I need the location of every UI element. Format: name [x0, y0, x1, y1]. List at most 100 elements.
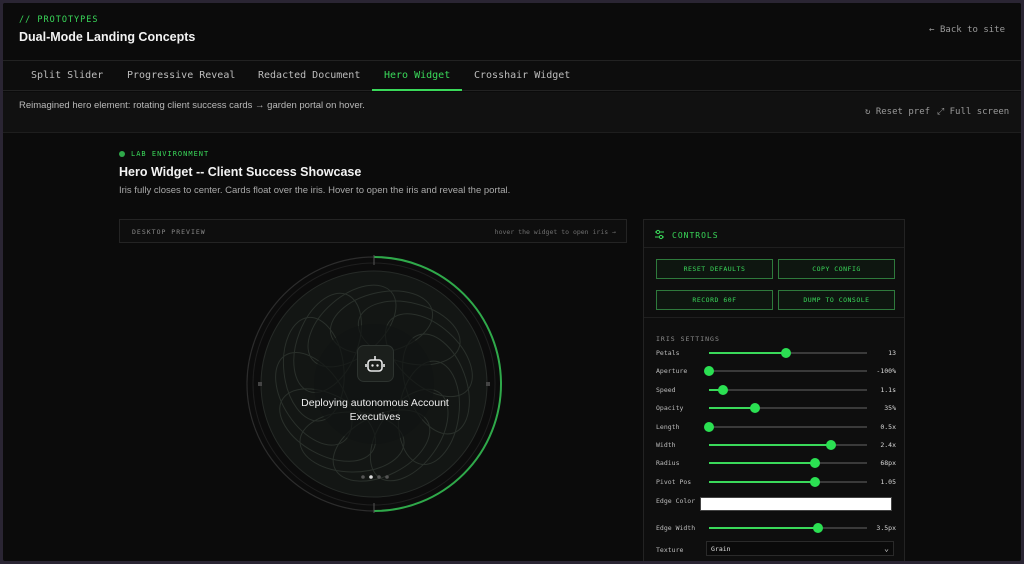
- slider-thumb[interactable]: [718, 384, 728, 395]
- slider-label: Opacity: [656, 404, 684, 413]
- slider-thumb[interactable]: [810, 458, 820, 469]
- record-60f-button[interactable]: RECORD 60F: [656, 290, 773, 310]
- card-headline: Deploying autonomous Account Executives: [301, 397, 449, 423]
- texture-row: Texture Grain ⌄: [656, 541, 896, 557]
- slider-fill: [709, 407, 755, 410]
- slider-fill: [709, 444, 831, 446]
- slider-track[interactable]: [709, 403, 867, 414]
- slider-value: 13: [888, 349, 896, 357]
- sliders-icon: [655, 229, 664, 240]
- slider-track[interactable]: [709, 440, 867, 450]
- slider-label: Aperture: [656, 367, 688, 376]
- tab-progressive-reveal[interactable]: Progressive Reveal: [115, 61, 247, 91]
- reset-icon: ↻: [865, 107, 871, 117]
- edge-color-swatch[interactable]: [700, 497, 892, 511]
- slider-track[interactable]: [709, 458, 867, 469]
- edge-color-label: Edge Color: [656, 497, 696, 505]
- app-window: // PROTOTYPES Dual-Mode Landing Concepts…: [3, 3, 1021, 561]
- iris-settings-label: IRIS SETTINGS: [656, 335, 720, 343]
- preview-label: DESKTOP PREVIEW: [132, 228, 206, 236]
- section-title: Hero Widget -- Client Success Showcase: [119, 165, 362, 179]
- dump-to-console-button[interactable]: DUMP TO CONSOLE: [778, 290, 895, 310]
- preview-header: DESKTOP PREVIEW hover the widget to open…: [119, 219, 627, 243]
- copy-config-button[interactable]: COPY CONFIG: [778, 259, 895, 279]
- tab-split-slider[interactable]: Split Slider: [19, 61, 115, 91]
- carousel-dot[interactable]: [369, 475, 373, 479]
- success-card: Deploying autonomous Account Executives: [275, 345, 475, 424]
- edge-width-label: Edge Width: [656, 524, 696, 532]
- lab-badge-label: LAB ENVIRONMENT: [131, 150, 210, 158]
- page-title: Dual-Mode Landing Concepts: [19, 30, 196, 44]
- slider-value: 1.05: [880, 477, 896, 486]
- slider-label: Width: [656, 441, 676, 449]
- slider-thumb[interactable]: [704, 366, 714, 377]
- slider-row-aperture: Aperture -100%: [656, 364, 896, 378]
- carousel-dot[interactable]: [385, 475, 389, 479]
- slider-thumb[interactable]: [826, 440, 836, 450]
- carousel-dot[interactable]: [377, 475, 381, 479]
- edge-width-row: Edge Width 3.5px: [656, 521, 896, 535]
- slider-row-radius: Radius 68px: [656, 456, 896, 470]
- slider-fill: [709, 352, 786, 354]
- robot-glyph: [365, 355, 385, 372]
- slider-thumb[interactable]: [781, 348, 791, 358]
- full-screen-button[interactable]: ⤢ Full screen: [937, 107, 1009, 117]
- slider-track[interactable]: [704, 421, 867, 432]
- texture-label: Texture: [656, 546, 684, 554]
- slider-track[interactable]: [709, 476, 867, 487]
- edge-width-value: 3.5px: [876, 524, 896, 532]
- slider-value: 68px: [880, 459, 896, 468]
- reset-pref-button[interactable]: ↻ Reset pref: [865, 107, 930, 117]
- slider-value: -100%: [876, 367, 896, 376]
- slider-track[interactable]: [709, 384, 867, 395]
- slider-value: 35%: [884, 404, 896, 413]
- robot-icon: [356, 345, 394, 382]
- tick-left: [258, 382, 262, 386]
- slider-label: Radius: [656, 459, 680, 468]
- tab-crosshair-widget[interactable]: Crosshair Widget: [462, 61, 582, 91]
- prototype-description: Reimagined hero element: rotating client…: [19, 100, 365, 111]
- slider-thumb[interactable]: [750, 403, 760, 414]
- edge-width-slider[interactable]: [709, 523, 867, 533]
- reset-defaults-button[interactable]: RESET DEFAULTS: [656, 259, 773, 279]
- slider-row-pivot-pos: Pivot Pos 1.05: [656, 475, 896, 489]
- top-bar: // PROTOTYPES Dual-Mode Landing Concepts…: [3, 3, 1021, 60]
- slider-fill: [709, 462, 815, 465]
- status-dot-icon: [119, 151, 125, 157]
- controls-header: CONTROLS: [644, 220, 904, 248]
- slider-value: 2.4x: [880, 441, 896, 449]
- divider: [644, 317, 904, 318]
- tick-right: [486, 382, 490, 386]
- slider-thumb[interactable]: [813, 523, 823, 533]
- slider-fill: [709, 480, 815, 483]
- back-to-site-link[interactable]: ← Back to site: [929, 25, 1005, 35]
- slider-thumb[interactable]: [810, 476, 820, 487]
- tab-redacted-document[interactable]: Redacted Document: [246, 61, 372, 91]
- slider-row-length: Length 0.5x: [656, 420, 896, 434]
- section-kicker: // PROTOTYPES: [19, 15, 99, 25]
- slider-row-width: Width 2.4x: [656, 438, 896, 452]
- reset-pref-label: Reset pref: [875, 107, 931, 117]
- texture-select[interactable]: Grain ⌄: [706, 541, 894, 556]
- slider-track[interactable]: [709, 348, 867, 358]
- slider-value: 1.1s: [880, 385, 896, 394]
- lab-badge: LAB ENVIRONMENT: [119, 150, 209, 158]
- tab-bar: Split Slider Progressive Reveal Redacted…: [3, 60, 1021, 91]
- full-screen-label: Full screen: [949, 107, 1010, 117]
- slider-label: Pivot Pos: [656, 477, 692, 486]
- description-bar: Reimagined hero element: rotating client…: [3, 92, 1021, 133]
- controls-panel: CONTROLS RESET DEFAULTS COPY CONFIG RECO…: [643, 219, 905, 561]
- section-subtitle: Iris fully closes to center. Cards float…: [119, 185, 511, 196]
- texture-value: Grain: [711, 545, 731, 553]
- carousel-dot[interactable]: [361, 475, 365, 479]
- controls-title: CONTROLS: [672, 231, 719, 240]
- slider-row-opacity: Opacity 35%: [656, 401, 896, 415]
- slider-track[interactable]: [704, 366, 867, 377]
- edge-color-row: Edge Color: [656, 494, 896, 520]
- slider-fill: [709, 527, 818, 529]
- slider-thumb[interactable]: [704, 421, 714, 432]
- slider-value: 0.5x: [880, 422, 896, 431]
- chevron-down-icon: ⌄: [884, 544, 889, 553]
- slider-row-petals: Petals 13: [656, 346, 896, 360]
- tab-hero-widget[interactable]: Hero Widget: [372, 61, 463, 91]
